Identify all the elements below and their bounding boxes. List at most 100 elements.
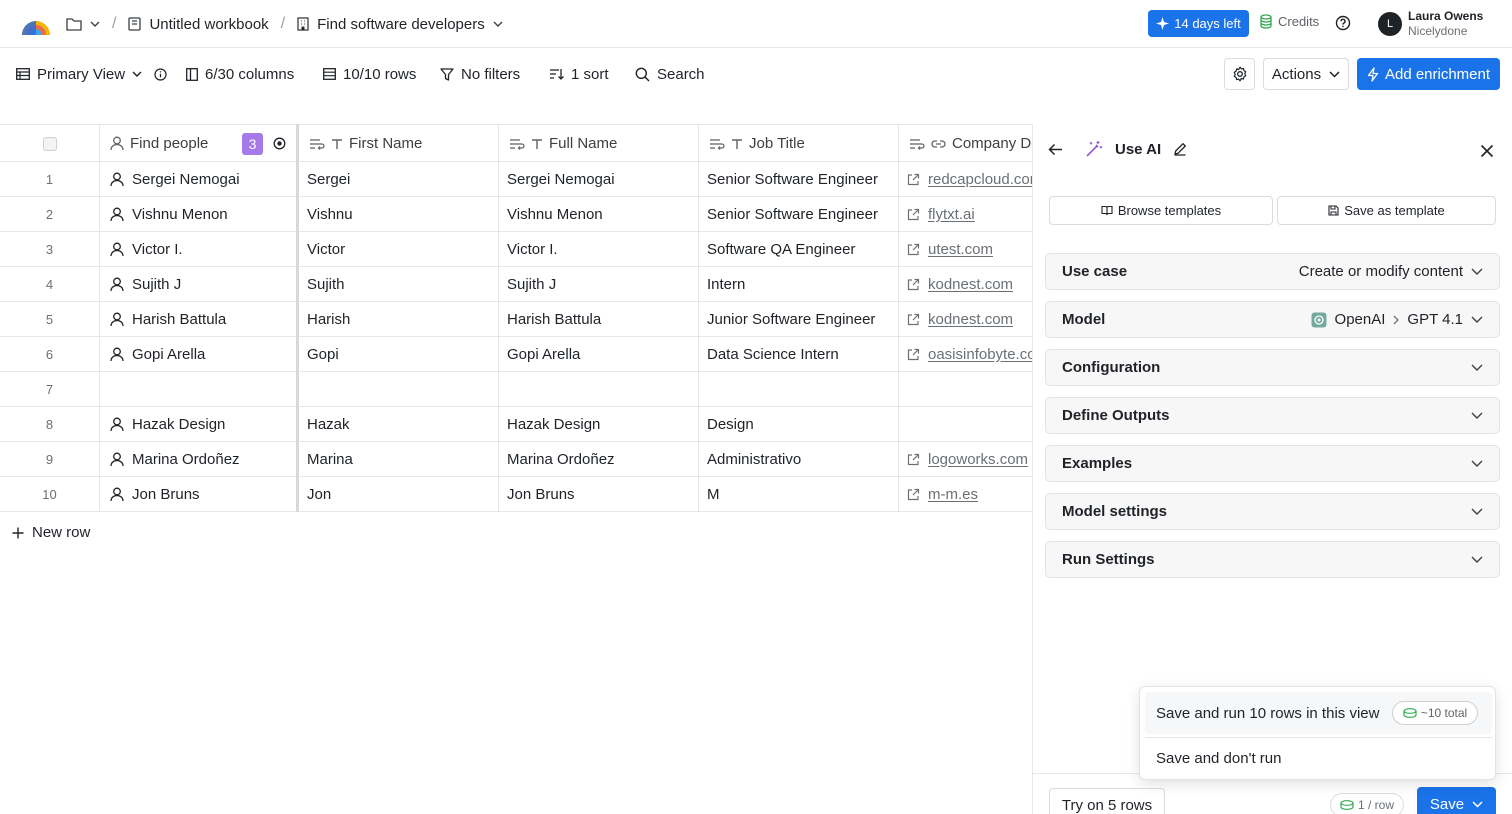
external-link-icon[interactable] [907, 348, 920, 361]
chevron-down-icon[interactable] [90, 21, 100, 27]
external-link-icon[interactable] [907, 488, 920, 501]
find-people-cell[interactable]: Victor I. [100, 232, 297, 266]
domain-link[interactable]: flytxt.ai [928, 206, 975, 223]
try-on-rows-button[interactable]: Try on 5 rows [1049, 788, 1165, 814]
find-people-cell[interactable]: Vishnu Menon [100, 197, 297, 231]
full-name-cell[interactable]: Harish Battula [499, 302, 699, 336]
row-number[interactable]: 6 [0, 337, 100, 371]
run-settings-section[interactable]: Run Settings [1045, 541, 1500, 578]
external-link-icon[interactable] [907, 208, 920, 221]
search-button[interactable]: Search [635, 64, 705, 84]
table-row[interactable]: 4 Sujith J Sujith Sujith J Intern kodnest.com [0, 267, 1033, 302]
company-domain-cell[interactable]: logoworks.com [899, 442, 1033, 476]
header-full-name[interactable]: Full Name [499, 125, 699, 162]
first-name-cell[interactable]: Marina [299, 442, 499, 476]
domain-link[interactable]: redcapcloud.com [928, 171, 1033, 188]
find-people-cell[interactable] [100, 372, 297, 406]
job-title-cell[interactable]: Senior Software Engineer [699, 162, 899, 196]
breadcrumb-workbook[interactable]: Untitled workbook [128, 16, 269, 33]
table-row[interactable]: 9 Marina Ordoñez Marina Marina Ordoñez Admin… [0, 442, 1033, 477]
first-name-cell[interactable]: Jon [299, 477, 499, 511]
company-domain-cell[interactable]: kodnest.com [899, 267, 1033, 301]
first-name-cell[interactable]: Victor [299, 232, 499, 266]
full-name-cell[interactable]: Gopi Arella [499, 337, 699, 371]
actions-button[interactable]: Actions [1263, 58, 1349, 90]
first-name-cell[interactable] [299, 372, 499, 406]
job-title-cell[interactable]: Administrativo [699, 442, 899, 476]
external-link-icon[interactable] [907, 278, 920, 291]
row-number[interactable]: 8 [0, 407, 100, 441]
find-people-badge[interactable]: 3 [242, 132, 263, 155]
view-info-icon[interactable] [154, 64, 167, 84]
table-row[interactable]: 5 Harish Battula Harish Harish Battula Junio… [0, 302, 1033, 337]
domain-link[interactable]: m-m.es [928, 486, 978, 503]
target-icon[interactable] [273, 137, 286, 150]
table-row[interactable]: 7 [0, 372, 1033, 407]
domain-link[interactable]: kodnest.com [928, 276, 1013, 293]
find-people-cell[interactable]: Sujith J [100, 267, 297, 301]
find-people-cell[interactable]: Gopi Arella [100, 337, 297, 371]
model-section[interactable]: Model OpenAI GPT 4.1 [1045, 301, 1500, 338]
full-name-cell[interactable] [499, 372, 699, 406]
user-menu[interactable]: L Laura Owens Nicelydone [1378, 9, 1483, 39]
full-name-cell[interactable]: Sujith J [499, 267, 699, 301]
header-first-name[interactable]: First Name [299, 125, 499, 162]
table-row[interactable]: 1 Sergei Nemogai Sergei Sergei Nemogai Senio… [0, 162, 1033, 197]
company-domain-cell[interactable]: oasisinfobyte.com [899, 337, 1033, 371]
external-link-icon[interactable] [907, 453, 920, 466]
browse-templates-button[interactable]: Browse templates [1049, 196, 1273, 225]
table-row[interactable]: 10 Jon Bruns Jon Jon Bruns Mm-m.es [0, 477, 1033, 512]
external-link-icon[interactable] [907, 243, 920, 256]
save-button[interactable]: Save [1417, 787, 1496, 814]
table-row[interactable]: 8 Hazak Design Hazak Hazak Design Design [0, 407, 1033, 442]
first-name-cell[interactable]: Gopi [299, 337, 499, 371]
select-all-checkbox[interactable] [42, 136, 57, 151]
row-number[interactable]: 10 [0, 477, 100, 511]
full-name-cell[interactable]: Jon Bruns [499, 477, 699, 511]
help-icon[interactable] [1335, 15, 1351, 34]
save-dont-run-option[interactable]: Save and don't run [1145, 737, 1492, 779]
use-case-section[interactable]: Use case Create or modify content [1045, 253, 1500, 290]
company-domain-cell[interactable]: m-m.es [899, 477, 1033, 511]
breadcrumb-table[interactable]: Find software developers [297, 16, 503, 33]
company-domain-cell[interactable]: utest.com [899, 232, 1033, 266]
find-people-cell[interactable]: Harish Battula [100, 302, 297, 336]
trial-button[interactable]: 14 days left [1148, 10, 1249, 37]
company-domain-cell[interactable] [899, 407, 1033, 441]
define-outputs-section[interactable]: Define Outputs [1045, 397, 1500, 434]
header-find-people[interactable]: Find people 3 [100, 125, 297, 162]
full-name-cell[interactable]: Marina Ordoñez [499, 442, 699, 476]
external-link-icon[interactable] [907, 313, 920, 326]
job-title-cell[interactable]: Intern [699, 267, 899, 301]
save-and-run-option[interactable]: Save and run 10 rows in this view ~10 to… [1145, 692, 1492, 734]
model-settings-section[interactable]: Model settings [1045, 493, 1500, 530]
columns-button[interactable]: 6/30 columns [186, 64, 294, 84]
row-number[interactable]: 7 [0, 372, 100, 406]
find-people-cell[interactable]: Hazak Design [100, 407, 297, 441]
close-icon[interactable] [1480, 144, 1494, 161]
folder-icon[interactable] [66, 17, 82, 31]
full-name-cell[interactable]: Vishnu Menon [499, 197, 699, 231]
find-people-cell[interactable]: Jon Bruns [100, 477, 297, 511]
header-company-domain[interactable]: Company Do [899, 125, 1033, 162]
find-people-cell[interactable]: Sergei Nemogai [100, 162, 297, 196]
full-name-cell[interactable]: Sergei Nemogai [499, 162, 699, 196]
first-name-cell[interactable]: Sergei [299, 162, 499, 196]
first-name-cell[interactable]: Hazak [299, 407, 499, 441]
save-as-template-button[interactable]: Save as template [1277, 196, 1496, 225]
job-title-cell[interactable]: Junior Software Engineer [699, 302, 899, 336]
company-domain-cell[interactable]: flytxt.ai [899, 197, 1033, 231]
job-title-cell[interactable]: M [699, 477, 899, 511]
add-enrichment-button[interactable]: Add enrichment [1357, 58, 1500, 90]
domain-link[interactable]: oasisinfobyte.com [928, 346, 1033, 363]
app-logo-icon[interactable] [20, 11, 52, 37]
new-row-button[interactable]: New row [12, 524, 90, 541]
table-row[interactable]: 6 Gopi Arella Gopi Gopi Arella Data Science … [0, 337, 1033, 372]
domain-link[interactable]: kodnest.com [928, 311, 1013, 328]
company-domain-cell[interactable]: redcapcloud.com [899, 162, 1033, 196]
frozen-column-divider[interactable] [296, 124, 299, 512]
examples-section[interactable]: Examples [1045, 445, 1500, 482]
credits-button[interactable]: Credits [1260, 14, 1319, 29]
job-title-cell[interactable]: Design [699, 407, 899, 441]
configuration-section[interactable]: Configuration [1045, 349, 1500, 386]
